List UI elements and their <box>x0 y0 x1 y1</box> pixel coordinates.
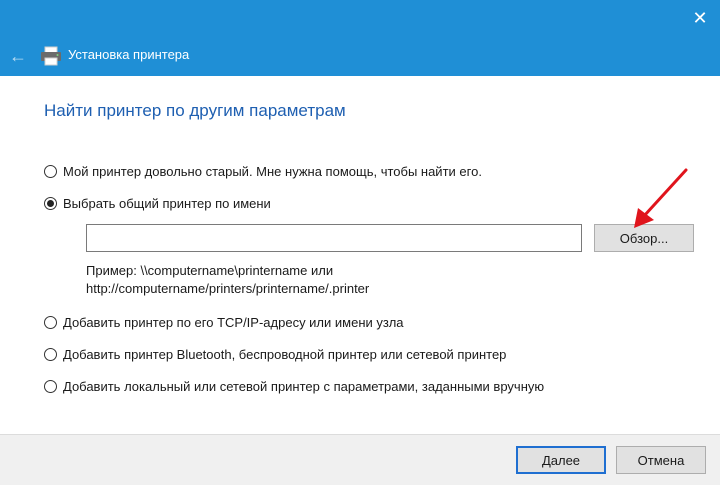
next-button[interactable]: Далее <box>516 446 606 474</box>
back-arrow-icon[interactable]: ← <box>6 44 30 68</box>
close-icon[interactable]: ✕ <box>688 6 712 30</box>
cancel-button[interactable]: Отмена <box>616 446 706 474</box>
annotation-arrow-icon <box>634 168 688 228</box>
radio-button-selected[interactable] <box>44 196 57 210</box>
option-old-printer[interactable]: Мой принтер довольно старый. Мне нужна п… <box>44 161 482 181</box>
option-shared-printer-by-name[interactable]: Выбрать общий принтер по имени <box>44 193 271 213</box>
option-local-manual[interactable]: Добавить локальный или сетевой принтер с… <box>44 376 544 396</box>
option-bluetooth-wireless[interactable]: Добавить принтер Bluetooth, беспроводной… <box>44 344 506 364</box>
page-heading: Найти принтер по другим параметрам <box>44 101 346 120</box>
option-label[interactable]: Добавить принтер Bluetooth, беспроводной… <box>63 347 506 362</box>
radio-button[interactable] <box>44 315 57 329</box>
option-tcpip[interactable]: Добавить принтер по его TCP/IP-адресу ил… <box>44 312 404 332</box>
radio-button[interactable] <box>44 347 57 361</box>
option-label[interactable]: Добавить принтер по его TCP/IP-адресу ил… <box>63 315 404 330</box>
option-label[interactable]: Добавить локальный или сетевой принтер с… <box>63 379 544 394</box>
printer-icon <box>41 46 61 66</box>
option-label[interactable]: Мой принтер довольно старый. Мне нужна п… <box>63 164 482 179</box>
example-line-1: Пример: \\computername\printername или <box>86 263 334 278</box>
example-line-2: http://computername/printers/printername… <box>86 281 370 296</box>
wizard-header: ← Установка принтера <box>0 36 720 76</box>
option-label[interactable]: Выбрать общий принтер по имени <box>63 196 271 211</box>
window-title-bar: ✕ <box>0 0 720 36</box>
dialog-footer <box>0 434 720 485</box>
wizard-title: Установка принтера <box>68 47 190 62</box>
radio-button[interactable] <box>44 164 57 178</box>
radio-button[interactable] <box>44 379 57 393</box>
printer-name-input[interactable] <box>86 224 582 252</box>
example-text: Пример: \\computername\printername или h… <box>86 262 369 298</box>
